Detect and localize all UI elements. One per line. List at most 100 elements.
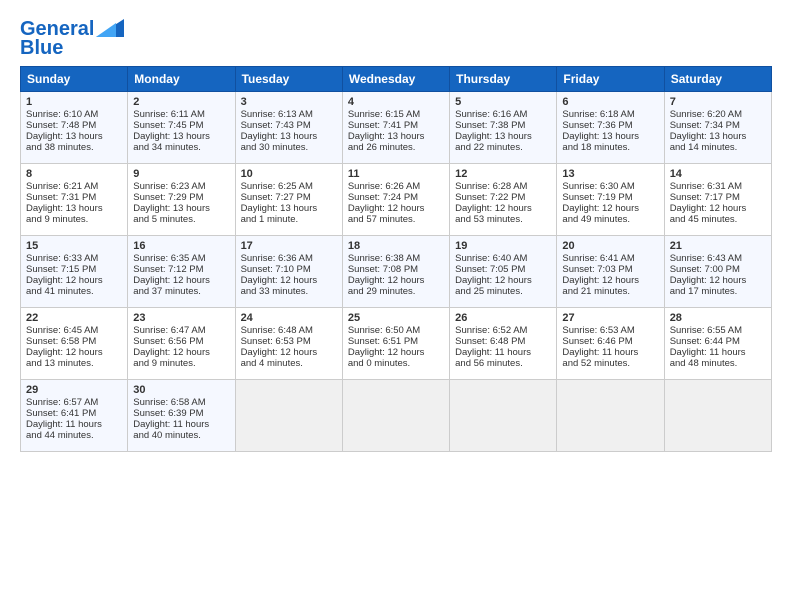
cell-info-line: Sunset: 7:08 PM bbox=[348, 264, 444, 275]
cell-info-line: Sunset: 7:31 PM bbox=[26, 192, 122, 203]
day-number: 10 bbox=[241, 168, 337, 180]
cell-info-line: Sunrise: 6:50 AM bbox=[348, 325, 444, 336]
cell-info-line: Daylight: 12 hours bbox=[455, 275, 551, 286]
calendar-cell: 9Sunrise: 6:23 AMSunset: 7:29 PMDaylight… bbox=[128, 164, 235, 236]
calendar-cell: 30Sunrise: 6:58 AMSunset: 6:39 PMDayligh… bbox=[128, 380, 235, 452]
cell-info-line: Sunset: 7:12 PM bbox=[133, 264, 229, 275]
day-number: 27 bbox=[562, 312, 658, 324]
cell-info-line: Daylight: 11 hours bbox=[133, 419, 229, 430]
day-number: 23 bbox=[133, 312, 229, 324]
cell-info-line: and 5 minutes. bbox=[133, 214, 229, 225]
cell-info-line: and 45 minutes. bbox=[670, 214, 766, 225]
cell-info-line: Daylight: 12 hours bbox=[670, 203, 766, 214]
header-wednesday: Wednesday bbox=[342, 67, 449, 92]
day-number: 8 bbox=[26, 168, 122, 180]
cell-info-line: and 34 minutes. bbox=[133, 142, 229, 153]
cell-info-line: Sunrise: 6:10 AM bbox=[26, 109, 122, 120]
cell-info-line: and 14 minutes. bbox=[670, 142, 766, 153]
header: General Blue bbox=[20, 18, 772, 60]
cell-info-line: Sunset: 7:29 PM bbox=[133, 192, 229, 203]
cell-info-line: and 4 minutes. bbox=[241, 358, 337, 369]
day-number: 18 bbox=[348, 240, 444, 252]
calendar-row: 29Sunrise: 6:57 AMSunset: 6:41 PM Dayligh… bbox=[21, 380, 772, 452]
cell-info-line: and 48 minutes. bbox=[670, 358, 766, 369]
cell-info-line: Daylight: 13 hours bbox=[26, 131, 122, 142]
cell-info-line: Sunrise: 6:38 AM bbox=[348, 253, 444, 264]
calendar-cell: 4Sunrise: 6:15 AMSunset: 7:41 PMDaylight… bbox=[342, 92, 449, 164]
calendar-cell: 21Sunrise: 6:43 AMSunset: 7:00 PMDayligh… bbox=[664, 236, 771, 308]
calendar-row: 15Sunrise: 6:33 AMSunset: 7:15 PMDayligh… bbox=[21, 236, 772, 308]
day-number: 5 bbox=[455, 96, 551, 108]
cell-info-line: Sunrise: 6:13 AM bbox=[241, 109, 337, 120]
header-friday: Friday bbox=[557, 67, 664, 92]
calendar-cell: 12Sunrise: 6:28 AMSunset: 7:22 PMDayligh… bbox=[450, 164, 557, 236]
cell-info-line: Sunrise: 6:16 AM bbox=[455, 109, 551, 120]
calendar-cell: 3Sunrise: 6:13 AMSunset: 7:43 PMDaylight… bbox=[235, 92, 342, 164]
cell-info-line: and 22 minutes. bbox=[455, 142, 551, 153]
day-number: 2 bbox=[133, 96, 229, 108]
calendar-cell: 27Sunrise: 6:53 AMSunset: 6:46 PMDayligh… bbox=[557, 308, 664, 380]
cell-info-line: and 49 minutes. bbox=[562, 214, 658, 225]
cell-info-line: Sunrise: 6:18 AM bbox=[562, 109, 658, 120]
cell-info-line: and 53 minutes. bbox=[455, 214, 551, 225]
cell-info-line: Sunset: 7:10 PM bbox=[241, 264, 337, 275]
cell-info-line: Sunset: 7:38 PM bbox=[455, 120, 551, 131]
day-number: 29 bbox=[26, 384, 122, 396]
day-number: 9 bbox=[133, 168, 229, 180]
cell-info-line: Daylight: 12 hours bbox=[348, 203, 444, 214]
day-number: 24 bbox=[241, 312, 337, 324]
cell-info-line: Sunset: 6:39 PM bbox=[133, 408, 229, 419]
calendar-cell: 6Sunrise: 6:18 AMSunset: 7:36 PMDaylight… bbox=[557, 92, 664, 164]
cell-info-line: Daylight: 13 hours bbox=[241, 203, 337, 214]
cell-info-line: Daylight: 12 hours bbox=[241, 347, 337, 358]
header-monday: Monday bbox=[128, 67, 235, 92]
cell-info-line: Daylight: 12 hours bbox=[670, 275, 766, 286]
day-number: 4 bbox=[348, 96, 444, 108]
calendar-cell bbox=[235, 380, 342, 452]
cell-info-line: Daylight: 12 hours bbox=[562, 203, 658, 214]
cell-info-line: and 44 minutes. bbox=[26, 430, 122, 441]
cell-info-line: Daylight: 12 hours bbox=[562, 275, 658, 286]
cell-info-line: Sunset: 7:00 PM bbox=[670, 264, 766, 275]
calendar-cell: 5Sunrise: 6:16 AMSunset: 7:38 PMDaylight… bbox=[450, 92, 557, 164]
day-number: 17 bbox=[241, 240, 337, 252]
calendar-cell: 1Sunrise: 6:10 AMSunset: 7:48 PMDaylight… bbox=[21, 92, 128, 164]
cell-info-line: Daylight: 13 hours bbox=[241, 131, 337, 142]
calendar-table: Sunday Monday Tuesday Wednesday Thursday… bbox=[20, 66, 772, 452]
cell-info-line: Sunrise: 6:36 AM bbox=[241, 253, 337, 264]
cell-info-line: Sunset: 7:22 PM bbox=[455, 192, 551, 203]
calendar-cell: 16Sunrise: 6:35 AMSunset: 7:12 PMDayligh… bbox=[128, 236, 235, 308]
cell-info-line: Sunrise: 6:35 AM bbox=[133, 253, 229, 264]
calendar-cell: 15Sunrise: 6:33 AMSunset: 7:15 PMDayligh… bbox=[21, 236, 128, 308]
cell-info-line: Sunrise: 6:57 AM bbox=[26, 397, 122, 408]
calendar-cell: 25Sunrise: 6:50 AMSunset: 6:51 PMDayligh… bbox=[342, 308, 449, 380]
cell-info-line: Daylight: 12 hours bbox=[26, 275, 122, 286]
cell-info-line: Sunset: 6:46 PM bbox=[562, 336, 658, 347]
cell-info-line: Sunset: 6:41 PM bbox=[26, 408, 122, 419]
day-number: 12 bbox=[455, 168, 551, 180]
cell-info-line: Sunset: 7:17 PM bbox=[670, 192, 766, 203]
cell-info-line: Sunset: 6:53 PM bbox=[241, 336, 337, 347]
day-number: 22 bbox=[26, 312, 122, 324]
cell-info-line: and 17 minutes. bbox=[670, 286, 766, 297]
cell-info-line: Daylight: 13 hours bbox=[455, 131, 551, 142]
calendar-cell: 10Sunrise: 6:25 AMSunset: 7:27 PMDayligh… bbox=[235, 164, 342, 236]
cell-info-line: Sunrise: 6:48 AM bbox=[241, 325, 337, 336]
cell-info-line: and 52 minutes. bbox=[562, 358, 658, 369]
calendar-cell bbox=[342, 380, 449, 452]
cell-info-line: and 26 minutes. bbox=[348, 142, 444, 153]
cell-info-line: Sunset: 7:05 PM bbox=[455, 264, 551, 275]
cell-info-line: and 37 minutes. bbox=[133, 286, 229, 297]
cell-info-line: Sunset: 7:34 PM bbox=[670, 120, 766, 131]
cell-info-line: Sunset: 7:36 PM bbox=[562, 120, 658, 131]
cell-info-line: Sunrise: 6:11 AM bbox=[133, 109, 229, 120]
calendar-cell: 24Sunrise: 6:48 AMSunset: 6:53 PMDayligh… bbox=[235, 308, 342, 380]
day-number: 1 bbox=[26, 96, 122, 108]
day-number: 14 bbox=[670, 168, 766, 180]
header-sunday: Sunday bbox=[21, 67, 128, 92]
calendar-cell: 26Sunrise: 6:52 AMSunset: 6:48 PMDayligh… bbox=[450, 308, 557, 380]
cell-info-line: Daylight: 13 hours bbox=[562, 131, 658, 142]
cell-info-line: Daylight: 11 hours bbox=[455, 347, 551, 358]
cell-info-line: Sunrise: 6:28 AM bbox=[455, 181, 551, 192]
cell-info-line: and 57 minutes. bbox=[348, 214, 444, 225]
